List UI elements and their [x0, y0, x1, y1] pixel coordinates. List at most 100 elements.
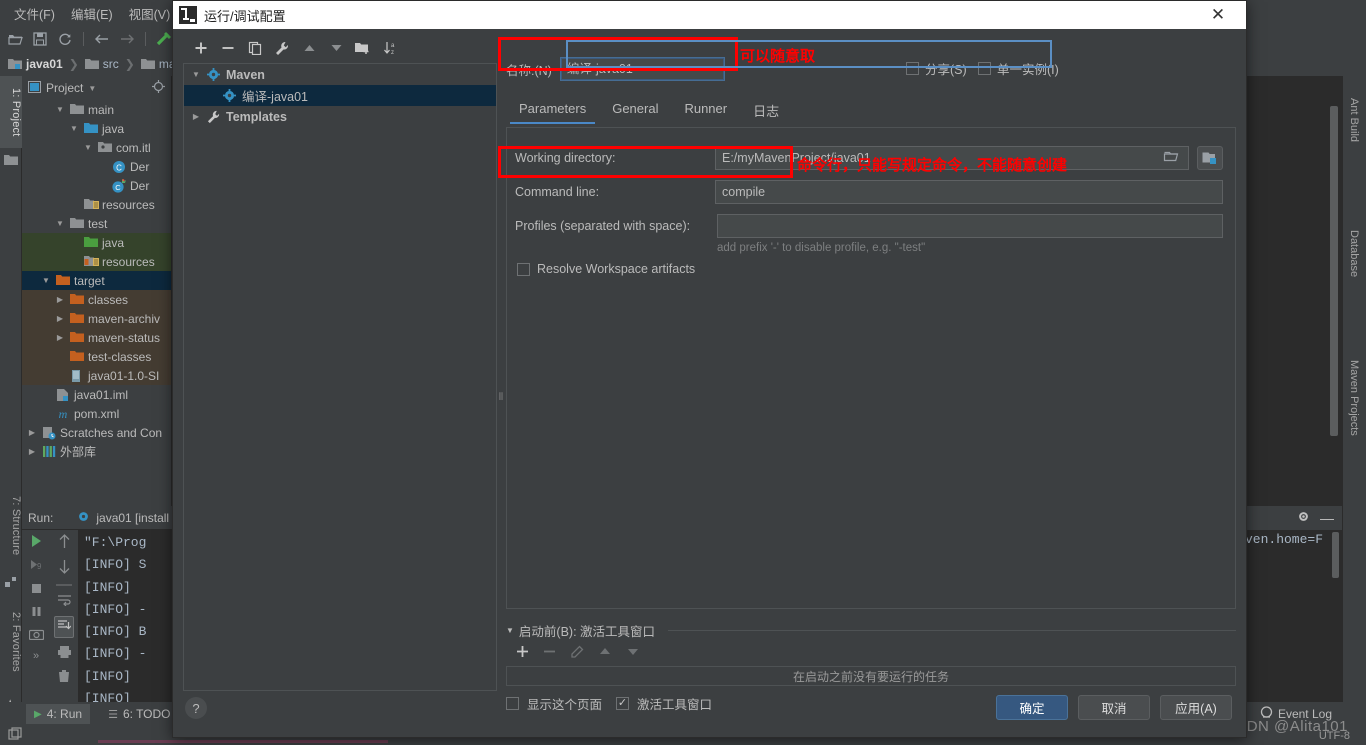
expand-arrow-icon[interactable]: ▼ — [82, 143, 94, 152]
statusbar-tab-run[interactable]: ▶ 4: Run — [26, 704, 91, 724]
menu-edit[interactable]: 编辑(E) — [63, 2, 121, 25]
tree-item-java[interactable]: java — [22, 233, 171, 252]
tree-item-java01-iml[interactable]: java01.iml — [22, 385, 171, 404]
soft-wrap-icon[interactable] — [57, 593, 72, 609]
save-all-icon[interactable] — [29, 29, 51, 49]
back-arrow-icon[interactable] — [91, 29, 113, 49]
name-input[interactable]: 编译-java01 — [559, 57, 725, 81]
task-move-down-icon[interactable] — [626, 646, 640, 660]
expand-arrow-icon[interactable]: ▼ — [54, 219, 66, 228]
print-icon[interactable] — [57, 645, 72, 662]
trash-icon[interactable] — [57, 669, 71, 686]
tool-tab-project[interactable]: 1: Project — [0, 76, 22, 148]
sort-alpha-icon[interactable]: az — [378, 37, 402, 59]
tree-item-test[interactable]: ▼ test — [22, 214, 171, 233]
expand-arrow-icon[interactable]: ▼ — [54, 105, 66, 114]
collapse-arrow-icon[interactable]: ▶ — [54, 314, 66, 323]
tree-item----[interactable]: ▶ 外部库 — [22, 442, 171, 461]
tree-item-pom-xml[interactable]: m pom.xml — [22, 404, 171, 423]
menu-view[interactable]: 视图(V) — [121, 2, 179, 25]
gear-icon[interactable] — [1297, 510, 1310, 526]
plus-icon[interactable] — [189, 37, 213, 59]
before-launch-header[interactable]: ▼ 启动前(B): 激活工具窗口 — [506, 621, 1236, 640]
copy-icon[interactable] — [243, 37, 267, 59]
close-icon[interactable]: ✕ — [1196, 1, 1240, 29]
project-tree[interactable]: ▼ main ▼ java ▼ com.itl C Der C Der resources ▼ test… — [22, 100, 171, 461]
move-up-icon[interactable] — [297, 37, 321, 59]
expand-arrow-icon[interactable]: ▼ — [40, 276, 52, 285]
tab-runner[interactable]: Runner — [671, 97, 740, 124]
cancel-button[interactable]: 取消 — [1078, 695, 1150, 720]
tree-item-maven-status[interactable]: ▶ maven-status — [22, 328, 171, 347]
tree-item-resources[interactable]: resources — [22, 195, 171, 214]
chevron-down-icon[interactable]: ▼ — [88, 84, 96, 93]
menu-file[interactable]: 文件(F) — [6, 2, 63, 25]
single-instance-checkbox[interactable] — [978, 62, 991, 75]
add-task-icon[interactable] — [516, 645, 529, 661]
ok-button[interactable]: 确定 — [996, 695, 1068, 720]
collapse-arrow-icon[interactable]: ▶ — [54, 333, 66, 342]
tree-item-main[interactable]: ▼ main — [22, 100, 171, 119]
share-checkbox[interactable] — [906, 62, 919, 75]
tree-item-com-itl[interactable]: ▼ com.itl — [22, 138, 171, 157]
sync-icon[interactable] — [54, 29, 76, 49]
tree-item-resources[interactable]: resources — [22, 252, 171, 271]
forward-arrow-icon[interactable] — [116, 29, 138, 49]
wrench-icon[interactable] — [270, 37, 294, 59]
statusbar-tab-todo[interactable]: ☰ 6: TODO — [108, 707, 170, 721]
tool-tab-database[interactable]: Database — [1342, 226, 1366, 322]
tool-tab-ant-build[interactable]: Ant Build — [1342, 94, 1366, 190]
help-button[interactable]: ? — [185, 697, 207, 719]
new-folder-icon[interactable] — [351, 37, 375, 59]
collapse-arrow-icon[interactable]: ▶ — [190, 112, 202, 121]
stop-icon[interactable] — [30, 582, 43, 598]
tab-general[interactable]: General — [599, 97, 671, 124]
expand-arrow-icon[interactable]: ▼ — [190, 70, 202, 79]
apply-button[interactable]: 应用(A) — [1160, 695, 1232, 720]
tab-parameters[interactable]: Parameters — [506, 97, 599, 124]
profiles-input[interactable] — [717, 214, 1223, 238]
config-tree-item-templates[interactable]: ▶ Templates — [184, 106, 496, 127]
run-icon[interactable] — [29, 534, 43, 551]
tree-item-maven-archiv[interactable]: ▶ maven-archiv — [22, 309, 171, 328]
tree-item-classes[interactable]: ▶ classes — [22, 290, 171, 309]
splitter-handle[interactable]: ⦀ — [498, 387, 504, 407]
tree-item-java[interactable]: ▼ java — [22, 119, 171, 138]
editor-scrollbar[interactable] — [1330, 106, 1338, 436]
edit-task-icon[interactable] — [570, 645, 584, 662]
tree-item-scratches-and-con[interactable]: ▶ Scratches and Con — [22, 423, 171, 442]
minus-icon[interactable] — [216, 37, 240, 59]
tool-tab-maven-projects[interactable]: Maven Projects — [1342, 356, 1366, 486]
breadcrumb-java01[interactable]: java01 — [6, 57, 65, 71]
resolve-workspace-checkbox[interactable] — [517, 262, 530, 276]
down-arrow-icon[interactable] — [58, 559, 71, 577]
breadcrumb-src[interactable]: src — [83, 57, 121, 71]
rerun-icon[interactable]: 9 — [29, 558, 44, 575]
move-down-icon[interactable] — [324, 37, 348, 59]
up-arrow-icon[interactable] — [58, 534, 71, 552]
run-config-name[interactable]: java01 [install — [96, 511, 169, 525]
camera-icon[interactable] — [28, 628, 44, 643]
open-folder-icon[interactable] — [4, 29, 26, 49]
collapse-arrow-icon[interactable]: ▶ — [54, 295, 66, 304]
task-move-up-icon[interactable] — [598, 646, 612, 660]
tree-item-java01-1-0-si[interactable]: java01-1.0-SI — [22, 366, 171, 385]
tree-item-der[interactable]: C Der — [22, 157, 171, 176]
config-tree-item-maven[interactable]: ▼ Maven — [184, 64, 496, 85]
expand-more-icon[interactable]: » — [33, 650, 39, 662]
event-log-scrollbar[interactable] — [1332, 532, 1339, 578]
locate-target-icon[interactable] — [152, 80, 165, 96]
tree-item-target[interactable]: ▼ target — [22, 271, 171, 290]
expand-arrow-icon[interactable]: ▼ — [68, 124, 80, 133]
tool-tab-structure[interactable]: 7: Structure — [0, 482, 22, 570]
remove-task-icon[interactable] — [543, 645, 556, 661]
configuration-tree[interactable]: ▼ Maven 编译-java01 ▶ Templates — [183, 63, 497, 691]
tool-tab-favorites[interactable]: 2: Favorites — [0, 596, 22, 688]
insert-macro-button[interactable] — [1197, 146, 1223, 170]
before-launch-task-list[interactable]: 在启动之前没有要运行的任务 — [506, 666, 1236, 686]
browse-folder-icon[interactable] — [1163, 150, 1179, 166]
tree-item-test-classes[interactable]: test-classes — [22, 347, 171, 366]
tab---[interactable]: 日志 — [740, 97, 792, 128]
pause-icon[interactable] — [30, 605, 43, 621]
config-tree-item----java01[interactable]: 编译-java01 — [184, 85, 496, 106]
